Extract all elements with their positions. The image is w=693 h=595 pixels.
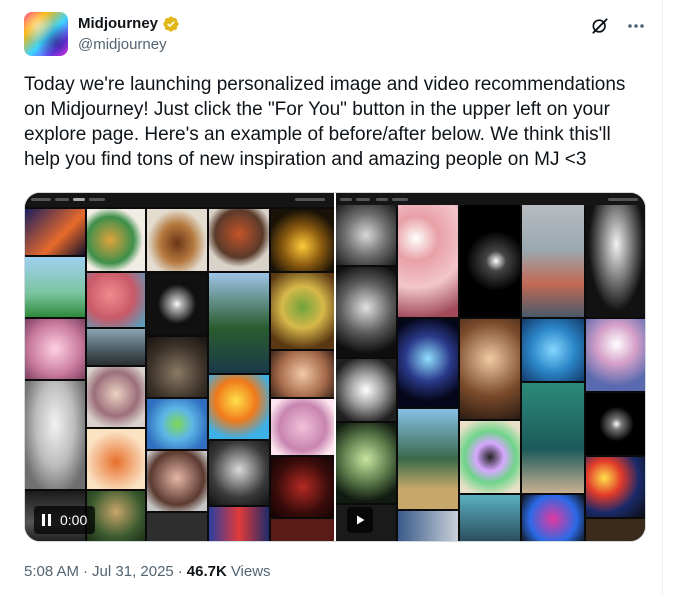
grid-image: [398, 205, 458, 317]
display-name[interactable]: Midjourney: [78, 14, 158, 34]
name-row: Midjourney: [78, 14, 180, 34]
more-icon[interactable]: [624, 14, 648, 38]
grok-icon[interactable]: [590, 16, 610, 36]
grid-image: [87, 491, 145, 541]
grid-image: [336, 205, 396, 265]
grid-image: [147, 451, 207, 511]
grid-image: [25, 319, 85, 379]
views-count[interactable]: 46.7K: [187, 562, 227, 582]
grid-image: [87, 273, 145, 327]
tweet-header: Midjourney @midjourney: [24, 12, 648, 56]
grid-image: [336, 423, 396, 503]
tweet-card: Midjourney @midjourney Today we're launc…: [0, 0, 663, 595]
grid-image: [271, 351, 334, 397]
tweet-text: Today we're launching personalized image…: [24, 74, 626, 170]
grid-image: [460, 495, 520, 541]
play-icon[interactable]: [347, 507, 373, 533]
grid-image: [209, 441, 269, 505]
grid-image: [586, 205, 645, 317]
grid-image: [87, 429, 145, 489]
handle[interactable]: @midjourney: [78, 35, 167, 55]
grid-image: [586, 519, 645, 541]
video-controls[interactable]: 0:00: [34, 506, 96, 534]
grid-image: [271, 457, 334, 517]
grid-image: [586, 457, 645, 517]
grid-image: [586, 319, 645, 391]
grid-image: [147, 399, 207, 449]
grid-image: [522, 383, 584, 493]
grid-image: [87, 209, 145, 271]
grid-image: [209, 507, 269, 541]
grid-image: [522, 495, 584, 541]
avatar[interactable]: [24, 12, 68, 56]
grid-image: [460, 205, 520, 317]
grid-image: [398, 319, 458, 407]
grid-image: [147, 513, 207, 541]
grid-image: [25, 257, 85, 317]
grid-image: [87, 367, 145, 427]
grid-image: [271, 209, 334, 271]
grid-image: [25, 209, 85, 255]
tweet-time[interactable]: 5:08 AM: [24, 562, 79, 582]
grid-image: [25, 381, 85, 489]
verified-badge-icon[interactable]: [162, 15, 180, 33]
video-after[interactable]: [336, 193, 645, 541]
views-label: Views: [230, 563, 271, 580]
video-before[interactable]: 0:00: [25, 193, 334, 541]
grid-image: [460, 319, 520, 419]
grid-image: [398, 409, 458, 509]
pause-icon[interactable]: [42, 514, 52, 526]
meta-separator: ·: [177, 563, 183, 580]
grid-image: [586, 393, 645, 455]
grid-image: [209, 209, 269, 271]
grid-image: [87, 329, 145, 365]
tweet-meta: 5:08 AM · Jul 31, 2025 · 46.7K Views: [24, 562, 271, 582]
video-navbar: [25, 193, 334, 207]
grid-image: [336, 267, 396, 357]
grid-image: [522, 205, 584, 317]
grid-image: [147, 273, 207, 335]
grid-image: [209, 375, 269, 439]
tweet-date[interactable]: Jul 31, 2025: [92, 562, 174, 582]
grid-image: [209, 273, 269, 373]
grid-image: [336, 359, 396, 421]
meta-separator: ·: [83, 563, 89, 580]
grid-image: [147, 209, 207, 271]
grid-image: [398, 511, 458, 541]
media-container[interactable]: 0:00: [24, 192, 646, 542]
grid-image: [271, 519, 334, 541]
grid-image: [271, 273, 334, 349]
video-time: 0:00: [60, 512, 88, 528]
grid-image: [522, 319, 584, 381]
grid-image: [147, 337, 207, 397]
grid-image: [271, 399, 334, 455]
grid-image: [460, 421, 520, 493]
